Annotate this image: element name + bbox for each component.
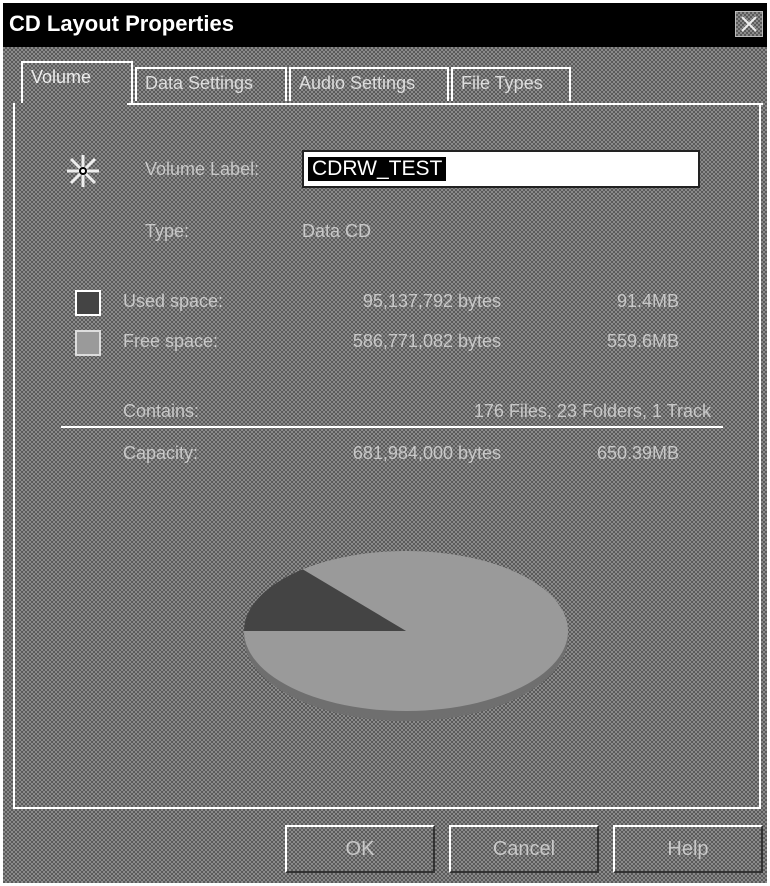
ok-button[interactable]: OK <box>285 825 435 873</box>
close-icon <box>741 16 757 32</box>
capacity-caption: Capacity: <box>123 443 199 463</box>
cancel-button[interactable]: Cancel <box>449 825 599 873</box>
panel-top-border <box>127 103 763 105</box>
close-button[interactable] <box>735 11 763 37</box>
contains-caption: Contains: <box>123 401 200 421</box>
cd-layout-properties-window: CD Layout Properties Volume Data Setting… <box>0 0 770 886</box>
volume-label-caption: Volume Label: <box>145 159 260 179</box>
cancel-button-label: Cancel <box>492 838 556 860</box>
type-caption: Type: <box>145 221 190 241</box>
tab-volume[interactable]: Volume <box>21 61 133 103</box>
tab-label: Data Settings <box>145 73 254 93</box>
free-space-bytes: 586,771,082 bytes <box>352 331 501 351</box>
help-button-label: Help <box>667 838 709 860</box>
used-space-caption: Used space: <box>123 291 224 311</box>
volume-tab-panel: Volume Label: CDRW_TEST Type: Data CD Us… <box>13 103 763 809</box>
help-button[interactable]: Help <box>613 825 763 873</box>
contains-value: 176 Files, 23 Folders, 1 Track <box>473 401 711 421</box>
tab-label: File Types <box>461 73 543 93</box>
used-space-swatch <box>75 290 101 316</box>
disk-usage-pie <box>244 551 568 721</box>
capacity-bytes: 681,984,000 bytes <box>352 443 501 463</box>
used-space-bytes: 95,137,792 bytes <box>362 291 501 311</box>
ok-button-label: OK <box>345 838 375 860</box>
tab-file-types[interactable]: File Types <box>451 67 571 101</box>
type-value: Data CD <box>302 221 372 241</box>
free-space-swatch <box>75 330 101 356</box>
volume-label-input[interactable]: CDRW_TEST <box>302 150 700 188</box>
tab-data-settings[interactable]: Data Settings <box>135 67 287 101</box>
tab-audio-settings[interactable]: Audio Settings <box>289 67 449 101</box>
volume-label-value: CDRW_TEST <box>308 157 447 181</box>
title-bar: CD Layout Properties <box>3 3 767 47</box>
tab-label: Audio Settings <box>299 73 416 93</box>
tab-label: Volume <box>31 67 92 87</box>
capacity-size: 650.39MB <box>596 443 679 463</box>
divider <box>61 426 723 428</box>
free-space-caption: Free space: <box>123 331 219 351</box>
window-title: CD Layout Properties <box>9 11 234 36</box>
free-space-size: 559.6MB <box>606 331 679 351</box>
dialog-client-area: Volume Data Settings Audio Settings File… <box>3 47 767 883</box>
cd-disc-icon <box>67 155 99 187</box>
used-space-size: 91.4MB <box>616 291 679 311</box>
